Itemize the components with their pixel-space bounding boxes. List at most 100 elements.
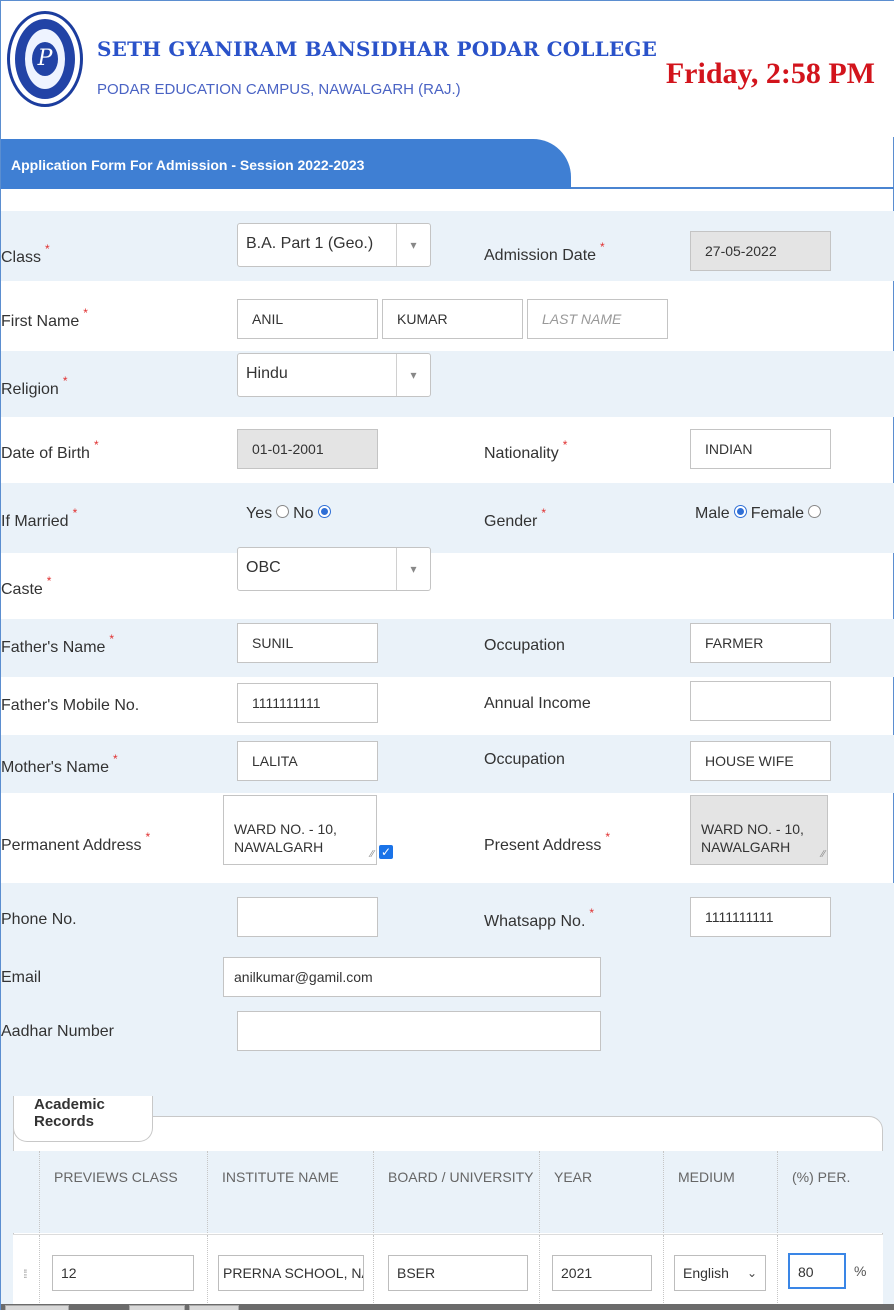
- dob-label: Date of Birth *: [1, 438, 99, 462]
- annual-income-label: Annual Income: [484, 695, 591, 712]
- father-name-field[interactable]: SUNIL: [237, 623, 378, 663]
- row-mother-name: Mother's Name * LALITA Occupation HOUSE W…: [1, 735, 894, 793]
- tab-bar: Application Form For Admission - Session…: [1, 139, 894, 189]
- father-occupation-field[interactable]: FARMER: [690, 623, 831, 663]
- medium-select[interactable]: English ⌄: [674, 1255, 766, 1291]
- cell-institute: PRERNA SCHOOL, NAWA: [207, 1235, 373, 1310]
- married-yes-label: Yes: [246, 505, 273, 522]
- gender-female-label: Female: [750, 505, 805, 522]
- row-class: Class * B.A. Part 1 (Geo.) ▾ Admission Da…: [1, 211, 894, 281]
- gender-male-radio[interactable]: [733, 505, 747, 519]
- row-married: If Married * Yes No Gender * Male Female: [1, 483, 894, 553]
- cell-year: 2021: [539, 1235, 663, 1310]
- present-address-value: WARD NO. - 10, NAWALGARH: [701, 821, 804, 855]
- gender-male-label: Male: [695, 505, 730, 522]
- religion-select[interactable]: Hindu ▾: [237, 353, 431, 397]
- row-email: Email anilkumar@gamil.com: [1, 953, 894, 1005]
- college-name: SETH GYANIRAM BANSIDHAR PODAR COLLEGE: [97, 37, 658, 61]
- first-name-label: First Name *: [1, 306, 88, 330]
- chevron-down-icon: ▾: [396, 548, 430, 590]
- bottom-button[interactable]: [5, 1305, 69, 1310]
- cell-class: 12: [39, 1235, 207, 1310]
- percent-field[interactable]: 80: [788, 1253, 846, 1289]
- mother-name-label: Mother's Name *: [1, 752, 118, 776]
- chevron-down-icon: ▾: [396, 354, 430, 396]
- married-yes-radio[interactable]: [276, 505, 290, 519]
- email-field[interactable]: anilkumar@gamil.com: [223, 957, 601, 997]
- college-logo: P: [7, 11, 83, 107]
- mother-occupation-field[interactable]: HOUSE WIFE: [690, 741, 831, 781]
- cell-percent: 80 %: [777, 1235, 883, 1310]
- previous-class-field[interactable]: 12: [52, 1255, 194, 1291]
- married-label: If Married *: [1, 506, 78, 530]
- married-radio-group: Yes No: [246, 505, 335, 523]
- medium-select-value: English: [683, 1265, 729, 1281]
- cell-medium: English ⌄: [663, 1235, 777, 1310]
- whatsapp-field[interactable]: 1111111111: [690, 897, 831, 937]
- aadhar-label: Aadhar Number: [1, 1023, 114, 1040]
- clock-display: Friday, 2:58 PM: [665, 57, 875, 90]
- father-occupation-label: Occupation: [484, 637, 565, 654]
- permanent-address-field[interactable]: WARD NO. - 10, NAWALGARH ∕∕: [223, 795, 377, 865]
- logo-emblem: P: [32, 42, 58, 76]
- religion-label: Religion *: [1, 374, 68, 398]
- table-row: ⁞⁞ 12 PRERNA SCHOOL, NAWA BSER 2021 Engl…: [13, 1234, 883, 1310]
- phone-field[interactable]: [237, 897, 378, 937]
- grid-header: PREVIEWS CLASS INSTITUTE NAME BOARD / UN…: [13, 1151, 883, 1233]
- married-no-radio[interactable]: [317, 505, 331, 519]
- email-label: Email: [1, 969, 42, 986]
- class-select-value: B.A. Part 1 (Geo.): [246, 235, 374, 252]
- academic-records-legend: Academic Records: [13, 1096, 153, 1142]
- annual-income-field[interactable]: [690, 681, 831, 721]
- middle-name-field[interactable]: KUMAR: [382, 299, 523, 339]
- col-institute-name: INSTITUTE NAME: [207, 1151, 373, 1233]
- row-aadhar: Aadhar Number: [1, 1005, 894, 1095]
- first-name-field[interactable]: ANIL: [237, 299, 378, 339]
- bottom-button[interactable]: [189, 1305, 239, 1310]
- row-dob: Date of Birth * 01-01-2001 Nationality * I…: [1, 417, 894, 483]
- married-no-label: No: [293, 505, 314, 522]
- col-medium: MEDIUM: [663, 1151, 777, 1233]
- percent-suffix: %: [854, 1263, 867, 1279]
- board-field[interactable]: BSER: [388, 1255, 528, 1291]
- last-name-field[interactable]: LAST NAME: [527, 299, 668, 339]
- father-name-label: Father's Name *: [1, 632, 115, 656]
- college-subtitle: PODAR EDUCATION CAMPUS, NAWALGARH (RAJ.): [97, 81, 461, 98]
- resize-handle-icon[interactable]: ∕∕: [822, 846, 825, 864]
- row-father-name: Father's Name * SUNIL Occupation FARMER: [1, 619, 894, 677]
- drag-handle-icon[interactable]: ⁞⁞: [23, 1267, 27, 1281]
- year-field[interactable]: 2021: [552, 1255, 652, 1291]
- col-year: YEAR: [539, 1151, 663, 1233]
- nationality-field[interactable]: INDIAN: [690, 429, 831, 469]
- admission-date-field[interactable]: 27-05-2022: [690, 231, 831, 271]
- phone-label: Phone No.: [1, 911, 77, 928]
- row-religion: Religion * Hindu ▾: [1, 351, 894, 417]
- col-percent: (%) PER.: [777, 1151, 883, 1233]
- class-select[interactable]: B.A. Part 1 (Geo.) ▾: [237, 223, 431, 267]
- bottom-button[interactable]: [129, 1305, 185, 1310]
- present-address-field[interactable]: WARD NO. - 10, NAWALGARH ∕∕: [690, 795, 828, 865]
- header: P SETH GYANIRAM BANSIDHAR PODAR COLLEGE …: [1, 1, 894, 137]
- father-mobile-field[interactable]: 1111111111: [237, 683, 378, 723]
- resize-handle-icon[interactable]: ∕∕: [371, 846, 374, 864]
- mother-name-field[interactable]: LALITA: [237, 741, 378, 781]
- row-address: Permanent Address * WARD NO. - 10, NAWALG…: [1, 793, 894, 883]
- permanent-address-value: WARD NO. - 10, NAWALGARH: [234, 821, 337, 855]
- page-frame: P SETH GYANIRAM BANSIDHAR PODAR COLLEGE …: [0, 0, 894, 1310]
- tab-application-form[interactable]: Application Form For Admission - Session…: [1, 139, 571, 189]
- chevron-down-icon: ▾: [396, 224, 430, 266]
- aadhar-field[interactable]: [237, 1011, 601, 1051]
- row-first-name: First Name * ANIL KUMAR LAST NAME: [1, 283, 894, 351]
- dob-field[interactable]: 01-01-2001: [237, 429, 378, 469]
- nationality-label: Nationality *: [484, 438, 568, 462]
- gender-label: Gender *: [484, 506, 547, 530]
- class-label: Class *: [1, 242, 50, 266]
- gender-radio-group: Male Female: [695, 505, 825, 523]
- tab-title: Application Form For Admission - Session…: [11, 157, 365, 173]
- caste-select[interactable]: OBC ▾: [237, 547, 431, 591]
- mother-occupation-label: Occupation: [484, 751, 565, 768]
- col-board-university: BOARD / UNIVERSITY: [373, 1151, 539, 1233]
- same-address-checkbox[interactable]: ✓: [379, 845, 393, 859]
- gender-female-radio[interactable]: [808, 505, 822, 519]
- institute-name-field[interactable]: PRERNA SCHOOL, NAWA: [218, 1255, 364, 1291]
